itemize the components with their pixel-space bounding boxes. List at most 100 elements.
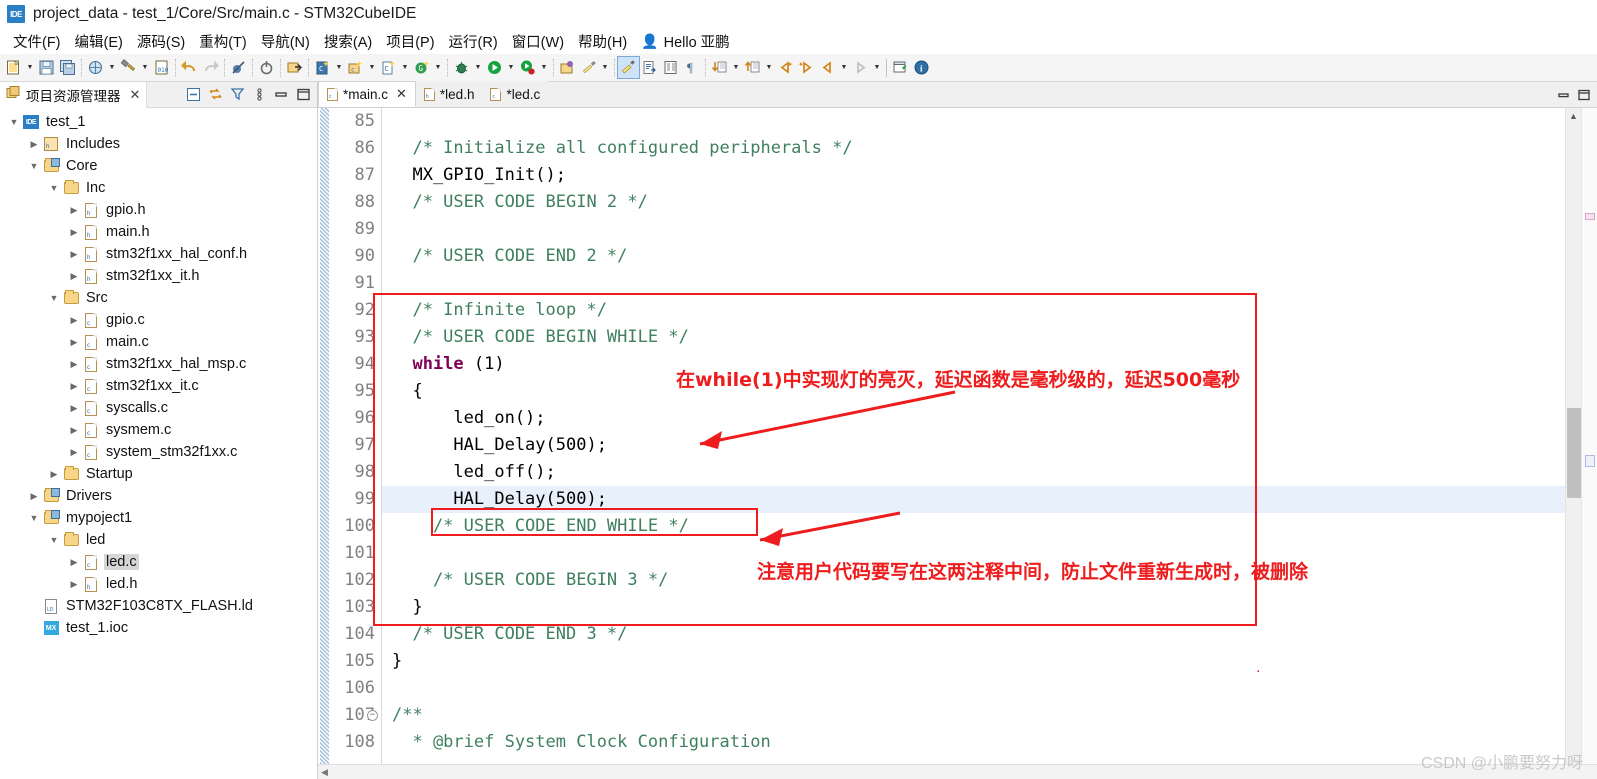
tab-project-explorer[interactable]: 项目资源管理器 ✕ xyxy=(0,81,148,108)
menu-search[interactable]: 搜索(A) xyxy=(317,29,379,54)
chevron-right-icon[interactable]: ▶ xyxy=(66,310,82,330)
overview-ruler[interactable] xyxy=(1581,108,1597,764)
new-file-dropdown-icon[interactable]: ▼ xyxy=(24,58,36,78)
menu-refactor[interactable]: 重构(T) xyxy=(192,29,254,54)
tree-item[interactable]: ▶ h gpio.h xyxy=(0,199,317,221)
tree-item[interactable]: ▶ c syscalls.c xyxy=(0,397,317,419)
tree-item[interactable]: ▶ h Includes xyxy=(0,133,317,155)
chevron-right-icon[interactable]: ▶ xyxy=(66,354,82,374)
external-tools-dropdown-icon[interactable]: ▼ xyxy=(599,58,611,78)
save-icon[interactable] xyxy=(36,57,57,78)
scroll-left-icon[interactable]: ◀ xyxy=(321,767,328,778)
fold-toggle-icon[interactable]: − xyxy=(367,710,378,721)
tree-item[interactable]: ▶ h stm32f1xx_hal_conf.h xyxy=(0,243,317,265)
save-all-icon[interactable] xyxy=(57,57,78,78)
info-icon[interactable]: i xyxy=(911,57,932,78)
code-line[interactable]: /* USER CODE END 3 */ xyxy=(382,621,1565,648)
code-line[interactable] xyxy=(382,675,1565,702)
maximize-icon[interactable] xyxy=(293,85,313,105)
build-hammer-icon[interactable] xyxy=(118,57,139,78)
debug-run-icon[interactable] xyxy=(517,57,538,78)
code-line[interactable]: led_off(); xyxy=(382,459,1565,486)
next-annotation-icon[interactable] xyxy=(709,57,730,78)
chevron-right-icon[interactable]: ▶ xyxy=(66,420,82,440)
tree-item[interactable]: LD STM32F103C8TX_FLASH.ld xyxy=(0,595,317,617)
chevron-right-icon[interactable]: ▶ xyxy=(26,486,42,506)
chevron-right-icon[interactable]: ▶ xyxy=(26,134,42,154)
new-class-icon[interactable]: C xyxy=(378,57,399,78)
editor-horizontal-scrollbar[interactable]: ◀ xyxy=(318,764,1597,779)
build-all-icon[interactable] xyxy=(85,57,106,78)
chevron-right-icon[interactable]: ▶ xyxy=(66,200,82,220)
next-annotation-dropdown-icon[interactable]: ▼ xyxy=(730,58,742,78)
menu-project[interactable]: 项目(P) xyxy=(379,29,441,54)
close-icon[interactable]: ✕ xyxy=(396,86,407,102)
binary-icon[interactable]: 010 xyxy=(151,57,172,78)
tree-item[interactable]: ▼ Core xyxy=(0,155,317,177)
chevron-right-icon[interactable]: ▶ xyxy=(66,398,82,418)
tree-item[interactable]: ▶ c stm32f1xx_hal_msp.c xyxy=(0,353,317,375)
code-line[interactable] xyxy=(382,540,1565,567)
next-edit-dropdown-icon[interactable]: ▼ xyxy=(871,58,883,78)
menu-run[interactable]: 运行(R) xyxy=(442,29,505,54)
overview-marker-task[interactable] xyxy=(1585,455,1595,467)
chevron-right-icon[interactable]: ▶ xyxy=(66,332,82,352)
editor-tab[interactable]: c *main.c ✕ xyxy=(318,81,416,107)
tree-item[interactable]: ▶ c gpio.c xyxy=(0,309,317,331)
redo-icon[interactable] xyxy=(200,57,221,78)
chevron-down-icon[interactable]: ▼ xyxy=(26,508,42,528)
tree-item[interactable]: ▼ Inc xyxy=(0,177,317,199)
chevron-right-icon[interactable]: ▶ xyxy=(66,442,82,462)
source-code[interactable]: /* Initialize all configured peripherals… xyxy=(382,108,1565,764)
tree-item[interactable]: ▶ h led.h xyxy=(0,573,317,595)
tree-item[interactable]: ▶ c main.c xyxy=(0,331,317,353)
code-line[interactable]: } xyxy=(382,594,1565,621)
chevron-right-icon[interactable]: ▶ xyxy=(46,464,62,484)
tree-item[interactable]: ▶ c stm32f1xx_it.c xyxy=(0,375,317,397)
chevron-down-icon[interactable]: ▼ xyxy=(26,156,42,176)
scroll-up-icon[interactable]: ▲ xyxy=(1566,108,1581,124)
tree-item[interactable]: ▶ Startup xyxy=(0,463,317,485)
code-line[interactable]: /* Initialize all configured peripherals… xyxy=(382,135,1565,162)
export-icon[interactable] xyxy=(639,57,660,78)
forward-icon[interactable] xyxy=(796,57,817,78)
new-config-dropdown-icon[interactable]: ▼ xyxy=(432,58,444,78)
prev-edit-dropdown-icon[interactable]: ▼ xyxy=(838,58,850,78)
chevron-down-icon[interactable]: ▼ xyxy=(46,530,62,550)
tree-item[interactable]: ▶ c system_stm32f1xx.c xyxy=(0,441,317,463)
menu-edit[interactable]: 编辑(E) xyxy=(68,29,130,54)
tree-item[interactable]: ▼ Src xyxy=(0,287,317,309)
pilcrow-icon[interactable]: ¶ xyxy=(681,57,702,78)
code-line[interactable]: HAL_Delay(500); xyxy=(382,486,1565,513)
open-element-icon[interactable] xyxy=(284,57,305,78)
code-line[interactable] xyxy=(382,108,1565,135)
code-line[interactable] xyxy=(382,270,1565,297)
code-line[interactable]: MX_GPIO_Init(); xyxy=(382,162,1565,189)
new-c-project-dropdown-icon[interactable]: ▼ xyxy=(333,58,345,78)
maximize-icon[interactable] xyxy=(1577,88,1591,107)
tree-item[interactable]: ▶ h stm32f1xx_it.h xyxy=(0,265,317,287)
tree-item[interactable]: ▶ c led.c xyxy=(0,551,317,573)
editor-tab[interactable]: c *led.c xyxy=(482,81,549,107)
minimize-icon[interactable] xyxy=(1557,88,1571,107)
link-editor-icon[interactable] xyxy=(205,85,225,105)
new-c-file-icon[interactable]: c xyxy=(345,57,366,78)
filter-icon[interactable] xyxy=(227,85,247,105)
project-tree[interactable]: ▼ IDE test_1 ▶ h Includes ▼ Core ▼ Inc ▶ h gpio.h ▶ h m… xyxy=(0,108,317,779)
run-dropdown-icon[interactable]: ▼ xyxy=(505,58,517,78)
debug-run-dropdown-icon[interactable]: ▼ xyxy=(538,58,550,78)
code-line[interactable] xyxy=(382,216,1565,243)
build-dropdown-icon[interactable]: ▼ xyxy=(139,58,151,78)
open-perspective-icon[interactable] xyxy=(557,57,578,78)
tree-item[interactable]: ▼ IDE test_1 xyxy=(0,111,317,133)
view-menu-icon[interactable] xyxy=(249,85,269,105)
new-config-icon[interactable]: G xyxy=(411,57,432,78)
skip-breakpoints-icon[interactable] xyxy=(228,57,249,78)
debug-bug-icon[interactable] xyxy=(451,57,472,78)
previous-annotation-dropdown-icon[interactable]: ▼ xyxy=(763,58,775,78)
vertical-scroll-thumb[interactable] xyxy=(1567,408,1581,498)
new-class-dropdown-icon[interactable]: ▼ xyxy=(399,58,411,78)
back-icon[interactable] xyxy=(775,57,796,78)
editor-tab[interactable]: h *led.h xyxy=(415,81,483,107)
outline-icon[interactable] xyxy=(660,57,681,78)
